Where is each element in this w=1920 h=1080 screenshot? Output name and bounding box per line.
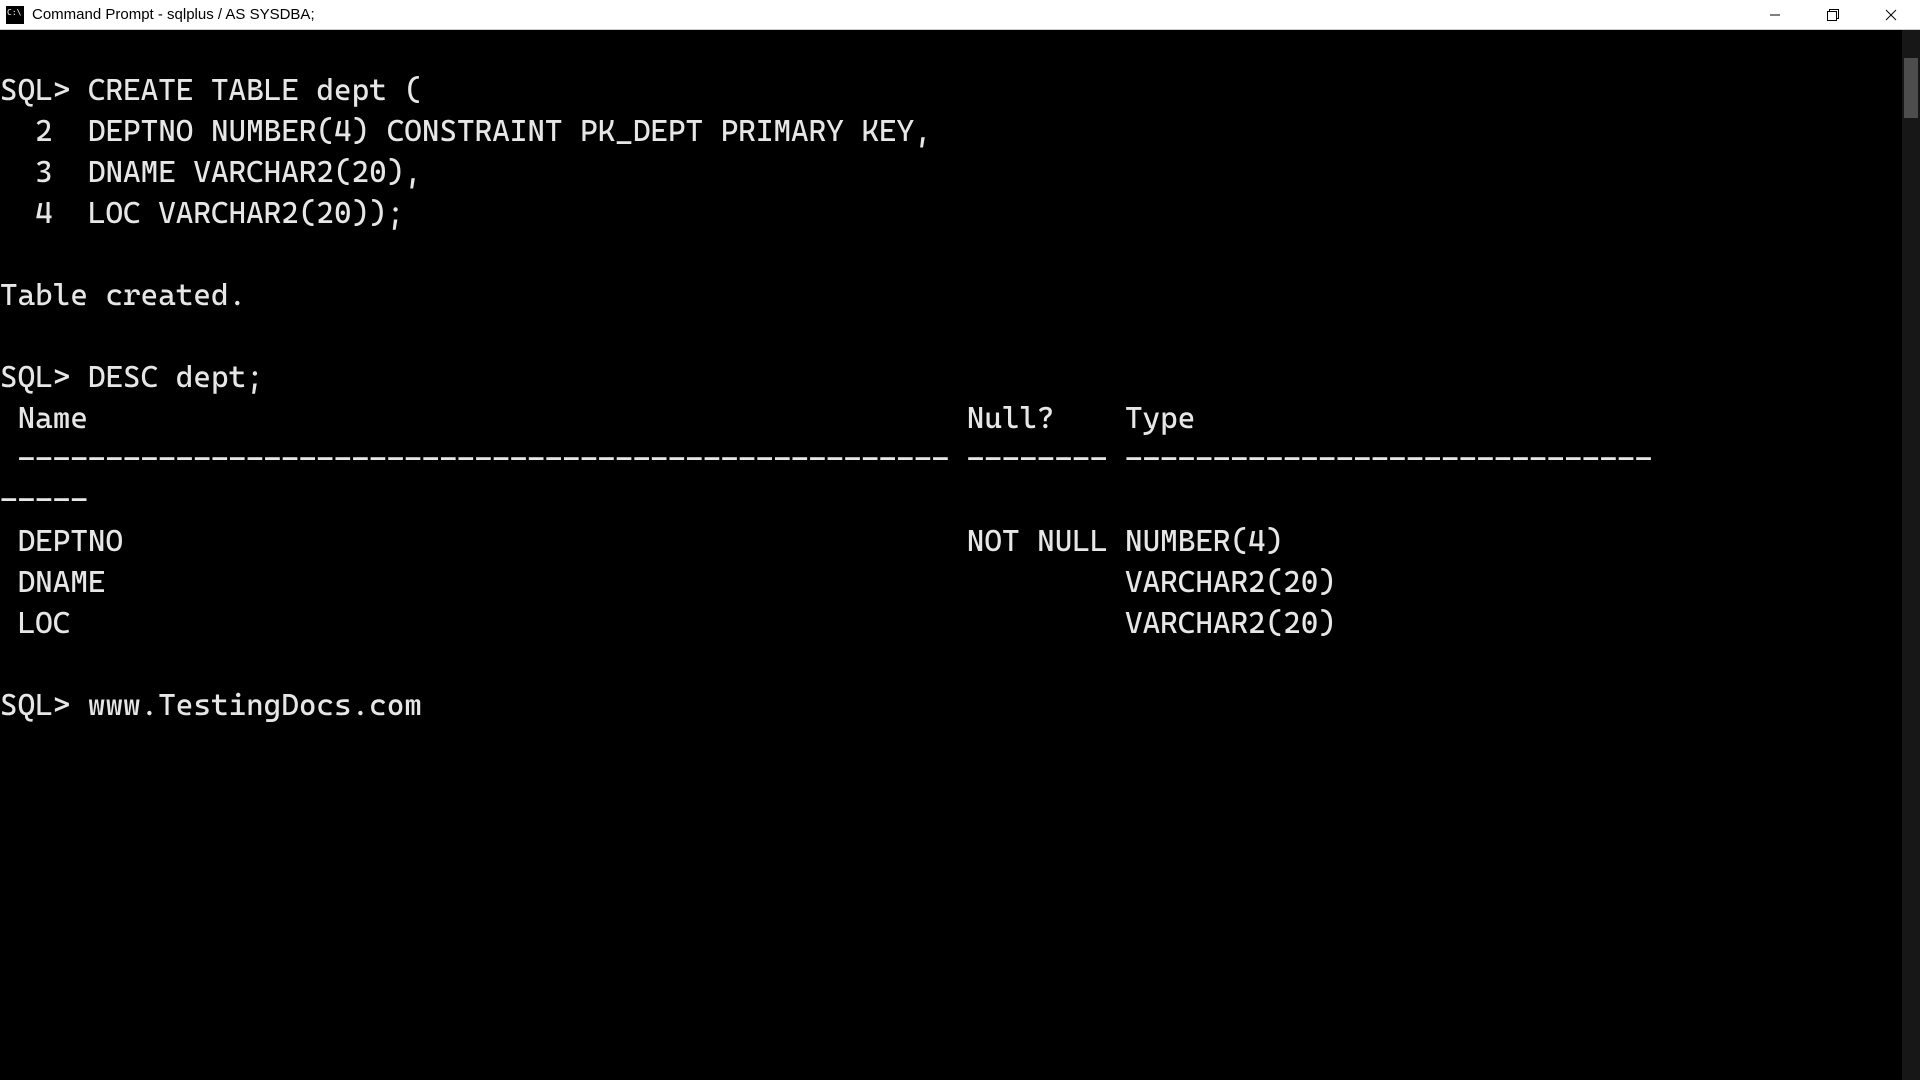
terminal-container: SQL> CREATE TABLE dept ( 2 DEPTNO NUMBER… [0,30,1920,1080]
window-titlebar[interactable]: Command Prompt - sqlplus / AS SYSDBA; [0,0,1920,30]
close-button[interactable] [1862,0,1920,29]
window-title: Command Prompt - sqlplus / AS SYSDBA; [32,6,315,23]
scrollbar-thumb[interactable] [1904,58,1918,118]
minimize-icon [1769,9,1781,21]
scrollbar-track[interactable] [1902,30,1920,1080]
minimize-button[interactable] [1746,0,1804,29]
maximize-button[interactable] [1804,0,1862,29]
maximize-icon [1826,8,1840,22]
cmd-icon [6,6,24,24]
close-icon [1885,9,1897,21]
window-controls [1746,0,1920,29]
terminal-output[interactable]: SQL> CREATE TABLE dept ( 2 DEPTNO NUMBER… [0,30,1902,1080]
